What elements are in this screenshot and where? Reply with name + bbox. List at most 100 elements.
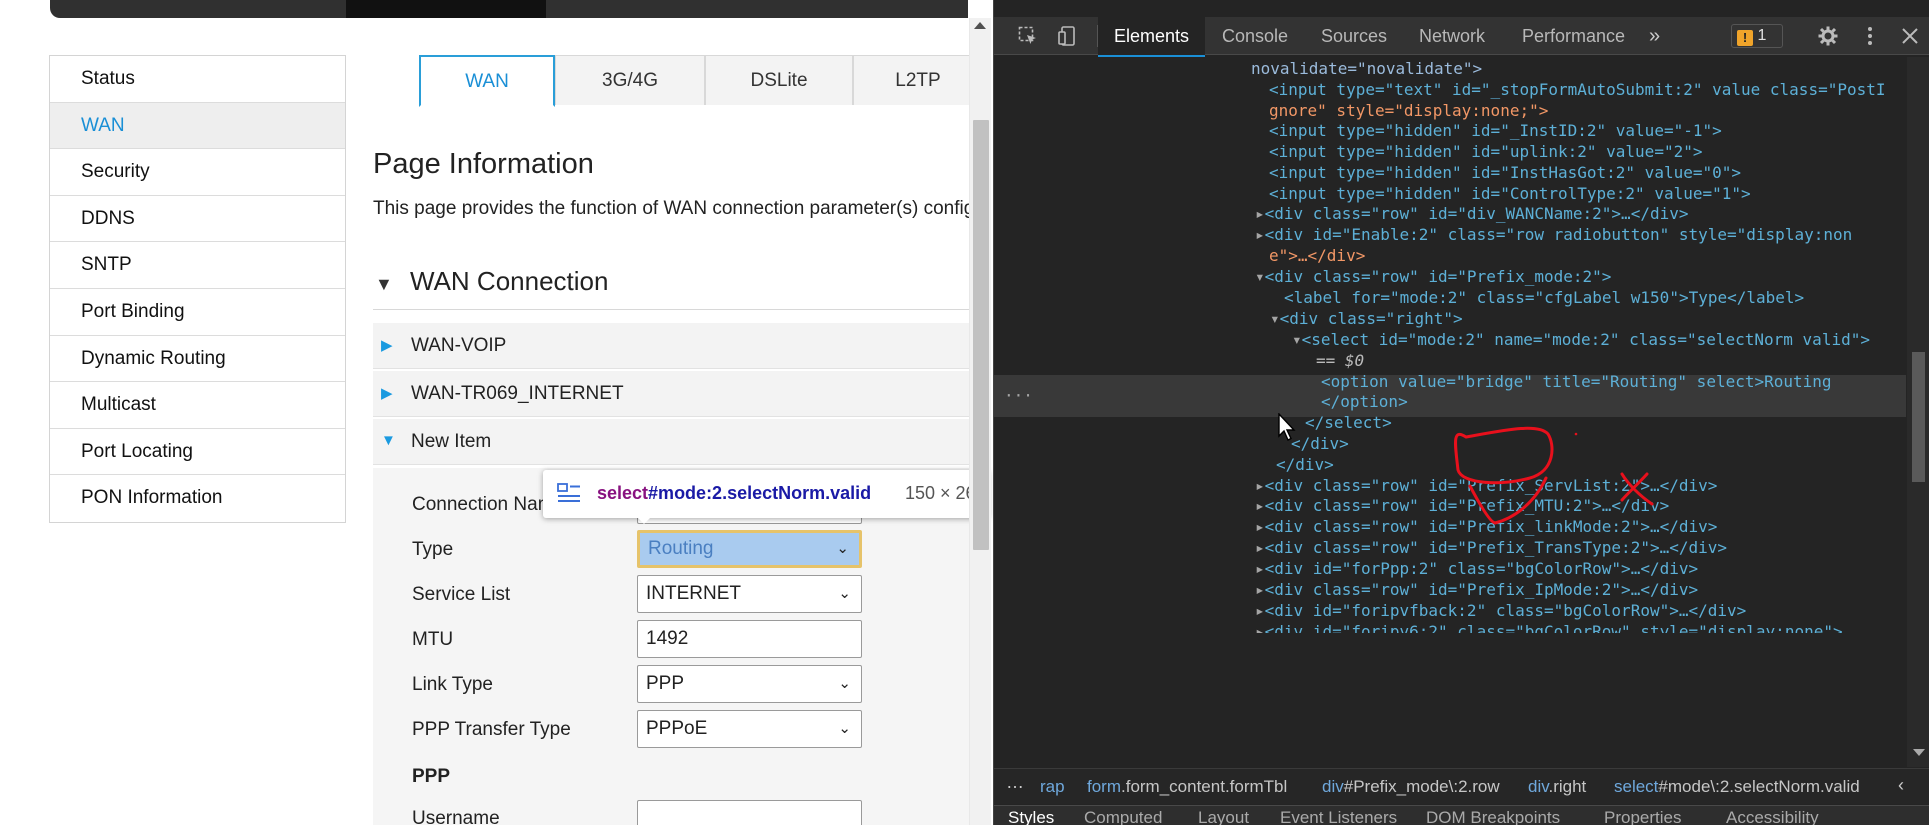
more-tabs-icon[interactable]: » [1649,17,1660,55]
tab-styles[interactable]: Styles [1008,808,1054,825]
dom-line[interactable]: ▸<div id="forPpp:2" class="bgColorRow">…… [1255,558,1698,579]
dom-line[interactable]: ▸<div id="foripv6:2" class="bgColorRow" … [1255,621,1843,633]
chevron-down-icon: ⌄ [838,585,851,602]
dom-line[interactable]: ▾<div class="right"> [1270,308,1463,329]
dom-line[interactable]: <input type="hidden" id="_InstID:2" valu… [1269,120,1722,141]
dom-line[interactable]: e">…</div> [1269,245,1365,266]
tab-3g-4g[interactable]: 3G/4G [555,55,705,105]
sidebar-item-sntp[interactable]: SNTP [50,242,345,289]
dom-line[interactable]: ▸<div class="row" id="div_WANCName:2">…<… [1255,203,1688,224]
tab-elements[interactable]: Elements [1098,17,1206,57]
dom-line[interactable]: </option> [1321,391,1408,412]
tab-sources[interactable]: Sources [1321,17,1387,55]
tab-l2tp[interactable]: L2TP [853,55,983,105]
scrollbar-thumb[interactable] [1912,352,1925,482]
dom-line[interactable]: ▾<div class="row" id="Prefix_mode:2"> [1255,266,1611,287]
service-list-select[interactable]: INTERNET ⌄ [637,575,862,613]
ppp-transfer-type-label: PPP Transfer Type [412,719,571,740]
dom-line[interactable]: <label for="mode:2" class="cfgLabel w150… [1284,287,1804,308]
inspect-element-icon[interactable] [1018,26,1038,46]
dom-line[interactable]: ▸<div id="foripvfback:2" class="bgColorR… [1255,600,1746,621]
tab-dom-breakpoints[interactable]: DOM Breakpoints [1426,808,1560,825]
breadcrumb-item[interactable]: form.form_content.formTbl [1087,777,1287,797]
dom-line[interactable]: <input type="text" id="_stopFormAutoSubm… [1269,79,1886,100]
wan-item-label: New Item [411,431,492,452]
sidebar-item-multicast[interactable]: Multicast [50,382,345,429]
tooltip-dimensions: 150 × 26 [905,483,976,503]
page-scrollbar[interactable] [969,18,991,825]
tab-layout[interactable]: Layout [1198,808,1249,825]
breadcrumb-more-icon[interactable]: … [1006,772,1024,793]
styles-pane-tabs: Styles Computed Layout Event Listeners D… [994,805,1929,825]
wan-item-voip[interactable]: ▶ WAN-VOIP [373,323,973,369]
wan-item-new-item[interactable]: ▼ New Item [373,419,973,465]
dom-line[interactable]: novalidate="novalidate"> [1251,58,1482,79]
kebab-menu-icon[interactable] [1860,26,1880,46]
page-description: This page provides the function of WAN c… [373,198,973,219]
tab-dslite[interactable]: DSLite [705,55,853,105]
sidebar-item-port-binding[interactable]: Port Binding [50,289,345,336]
sidebar-item-ddns[interactable]: DDNS [50,196,345,243]
tab-network[interactable]: Network [1419,17,1485,55]
node-actions-icon[interactable]: ··· [1004,385,1033,406]
breadcrumb-item[interactable]: div#Prefix_mode\:2.row [1322,777,1500,797]
type-label: Type [412,539,454,560]
link-type-select[interactable]: PPP ⌄ [637,665,862,703]
expand-arrow-icon: ▶ [381,385,393,402]
device-toolbar-icon[interactable] [1058,26,1078,46]
breadcrumb-scroll-icon[interactable]: ‹ [1898,775,1904,796]
wan-connection-heading: WAN Connection [410,266,609,296]
ppp-transfer-type-value: PPPoE [646,718,708,739]
close-icon[interactable] [1900,26,1920,46]
breadcrumb-item-selected[interactable]: select#mode\:2.selectNorm.valid [1614,777,1860,797]
service-list-value: INTERNET [646,583,741,604]
dom-line[interactable]: ▸<div id="Enable:2" class="row radiobutt… [1255,224,1852,245]
wan-connection-header[interactable]: ▼ WAN Connection [373,260,973,310]
dom-line[interactable]: ▸<div class="row" id="Prefix_MTU:2">…</d… [1255,495,1669,516]
dom-line[interactable]: <input type="hidden" id="ControlType:2" … [1269,183,1751,204]
sidebar-item-wan[interactable]: WAN [50,102,345,150]
tab-accessibility[interactable]: Accessibility [1726,808,1819,825]
scrollbar-thumb[interactable] [973,120,989,550]
issues-badge[interactable]: ! 1 [1731,24,1783,48]
sidebar-item-pon-information[interactable]: PON Information [50,475,345,522]
warning-icon: ! [1737,30,1753,46]
dom-line[interactable]: <input type="hidden" id="uplink:2" value… [1269,141,1702,162]
tab-wan[interactable]: WAN [419,55,555,107]
sidebar-item-port-locating[interactable]: Port Locating [50,429,345,476]
gear-icon[interactable] [1818,26,1838,46]
tab-event-listeners[interactable]: Event Listeners [1280,808,1397,825]
link-type-value: PPP [646,673,685,694]
sidebar-item-status[interactable]: Status [50,56,345,103]
sidebar-nav: Status WAN Security DDNS SNTP Port Bindi… [49,55,346,523]
breadcrumb-item[interactable]: div.right [1528,777,1586,797]
sidebar-item-security[interactable]: Security [50,149,345,196]
dom-line[interactable]: ▸<div class="row" id="Prefix_ServList:2"… [1255,475,1717,496]
dom-line[interactable]: <option value="bridge" title="Routing" s… [1321,371,1832,392]
scroll-up-icon[interactable] [974,22,986,29]
sidebar-item-dynamic-routing[interactable]: Dynamic Routing [50,336,345,383]
mtu-value: 1492 [646,628,689,649]
dom-line-selected[interactable]: ▾<select id="mode:2" name="mode:2" class… [1292,329,1870,350]
ppp-section-heading: PPP [412,766,451,787]
type-select[interactable]: Routing ⌄ [637,530,862,568]
dom-scrollbar[interactable] [1907,57,1929,767]
dom-line[interactable]: <input type="hidden" id="InstHasGot:2" v… [1269,162,1741,183]
tab-performance[interactable]: Performance [1522,17,1625,55]
ppp-transfer-type-select[interactable]: PPPoE ⌄ [637,710,862,748]
dom-line[interactable]: </div> [1291,433,1349,454]
username-field[interactable] [637,800,862,825]
mtu-field[interactable]: 1492 [637,620,862,658]
dom-line[interactable]: ▸<div class="row" id="Prefix_IpMode:2">…… [1255,579,1698,600]
tab-computed[interactable]: Computed [1084,808,1162,825]
scroll-down-icon[interactable] [1913,749,1925,756]
dom-line[interactable]: gnore" style="display:none;"> [1269,100,1548,121]
dom-line[interactable]: ▸<div class="row" id="Prefix_linkMode:2"… [1255,516,1717,537]
dom-line[interactable]: </div> [1276,454,1334,475]
breadcrumb-item[interactable]: rap [1040,777,1065,797]
dom-line[interactable]: </select> [1305,412,1392,433]
wan-item-tr069-internet[interactable]: ▶ WAN-TR069_INTERNET [373,371,973,417]
dom-line[interactable]: ▸<div class="row" id="Prefix_TransType:2… [1255,537,1727,558]
tab-properties[interactable]: Properties [1604,808,1681,825]
tab-console[interactable]: Console [1222,17,1288,55]
